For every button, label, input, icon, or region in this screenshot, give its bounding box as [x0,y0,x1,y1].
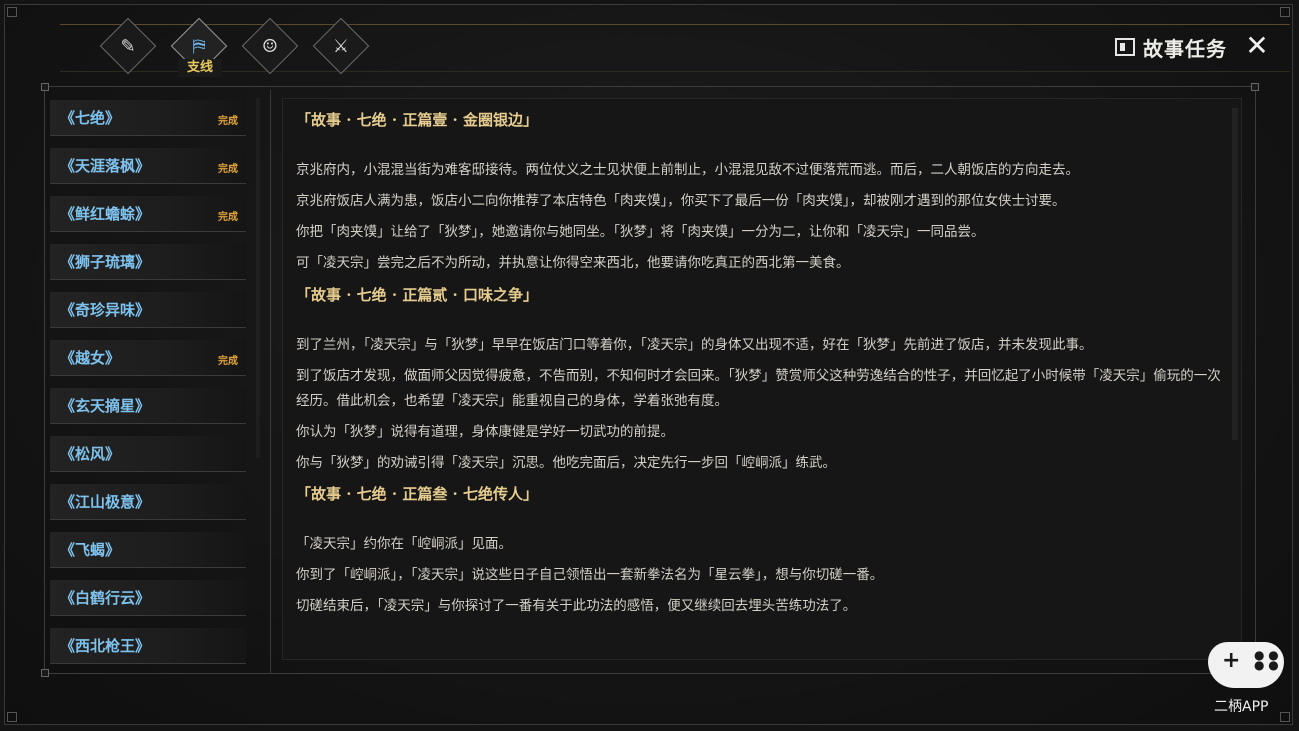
quest-list-item[interactable]: 《飞蝎》 [50,532,246,568]
quest-list-item[interactable]: 《江山极意》 [50,484,246,520]
content-scrollbar[interactable] [1232,108,1238,440]
status-badge: 完成 [218,164,238,175]
quest-name: 《七绝》 [60,109,121,127]
story-paragraph: 「凌天宗」约你在「崆峒派」见面。 [296,536,512,552]
quest-name: 《江山极意》 [60,493,151,511]
watermark-text: 二柄APP [1214,699,1269,715]
quest-name: 《飞蝎》 [60,541,121,559]
status-badge: 完成 [218,212,238,223]
quest-name: 《奇珍异味》 [60,301,151,319]
story-paragraph: 到了兰州，「凌天宗」与「狄梦」早早在饭店门口等着你，「凌天宗」的身体又出现不适，… [296,337,1093,353]
quest-name: 《松风》 [60,445,121,463]
quest-list: 《七绝》 完成 《天涯落枫》 完成 《鲜红蟾蜍》 完成 《狮子琉璃》 《奇珍异味… [50,98,250,668]
watermark-logo: + ● ● ● ● 二柄APP [1206,640,1286,720]
story-paragraph: 可「凌天宗」尝完之后不为所动，并执意让你得空来西北，他要请你吃真正的西北第一美食… [296,255,850,271]
quest-list-item[interactable]: 《奇珍异味》 [50,292,246,328]
panel-corner [41,83,49,91]
quest-list-item[interactable]: 《鲜红蟾蜍》 完成 [50,196,246,232]
story-paragraph: 到了饭店才发现，做面师父因觉得疲惫，不告而别，不知何时才会回来。「狄梦」赞赏师父… [296,368,1221,409]
story-paragraph: 你与「狄梦」的劝诫引得「凌天宗」沉思。他吃完面后，决定先行一步回「崆峒派」练武。 [296,455,836,471]
section-title: 「故事 · 七绝 · 正篇贰 · 口味之争」 [296,286,539,304]
status-badge: 完成 [218,116,238,127]
frame-corner [7,7,17,17]
quest-name: 《鲜红蟾蜍》 [60,205,151,223]
story-paragraph: 你到了「崆峒派」，「凌天宗」说这些日子自己领悟出一套新拳法名为「星云拳」，想与你… [296,567,884,583]
quest-name: 《玄天摘星》 [60,397,151,415]
story-paragraph: 你把「肉夹馍」让给了「狄梦」，她邀请你与她同坐。「狄梦」将「肉夹馍」一分为二，让… [296,224,985,240]
status-badge: 完成 [218,356,238,367]
panel-divider [270,90,271,674]
quest-list-item[interactable]: 《西北枪王》 [50,628,246,664]
story-paragraph: 京兆府内，小混混当街为难客邸接待。两位仗义之士见状便上前制止，小混混见敌不过便落… [296,162,1079,178]
close-button[interactable]: ✕ [1243,30,1271,62]
section-title: 「故事 · 七绝 · 正篇壹 · 金圈银边」 [296,111,539,129]
frame-corner [7,712,17,722]
portrait-icon: ☺ [261,36,279,57]
quest-name: 《狮子琉璃》 [60,253,151,271]
quest-list-item[interactable]: 《白鹤行云》 [50,580,246,616]
gamepad-icon: + ● ● ● ● [1208,642,1284,688]
story-paragraph: 切磋结束后，「凌天宗」与你探讨了一番有关于此功法的感悟，便又继续回去埋头苦练功法… [296,598,857,614]
panel-corner [1251,83,1259,91]
frame-corner [1280,7,1290,17]
quest-list-item[interactable]: 《七绝》 完成 [50,100,246,136]
page-title: 故事任务 [1143,36,1227,61]
panel-corner [41,669,49,677]
page-title-group: 故事任务 [1115,33,1227,61]
quest-list-item[interactable]: 《狮子琉璃》 [50,244,246,280]
quest-list-item[interactable]: 《松风》 [50,436,246,472]
quest-list-item[interactable]: 《天涯落枫》 完成 [50,148,246,184]
book-icon [1115,38,1135,56]
map-icon: ⛿ [192,36,206,57]
tab-side-quests-label: 支线 [178,59,222,77]
story-paragraph: 京兆府饭店人满为患，饭店小二向你推荐了本店特色「肉夹馍」，你买下了最后一份「肉夹… [296,193,1066,209]
quest-name: 《西北枪王》 [60,637,151,655]
quest-list-item[interactable]: 《玄天摘星》 [50,388,246,424]
quest-name: 《越女》 [60,349,121,367]
sidebar-scrollbar[interactable] [256,98,260,458]
quest-list-item[interactable]: 《越女》 完成 [50,340,246,376]
scroll-quill-icon: ✎ [120,36,136,57]
crossed-swords-icon: ⚔ [332,36,350,57]
quest-name: 《白鹤行云》 [60,589,151,607]
quest-name: 《天涯落枫》 [60,157,151,175]
story-paragraph: 你认为「狄梦」说得有道理，身体康健是学好一切武功的前提。 [296,424,674,440]
section-title: 「故事 · 七绝 · 正篇叁 · 七绝传人」 [296,485,539,503]
